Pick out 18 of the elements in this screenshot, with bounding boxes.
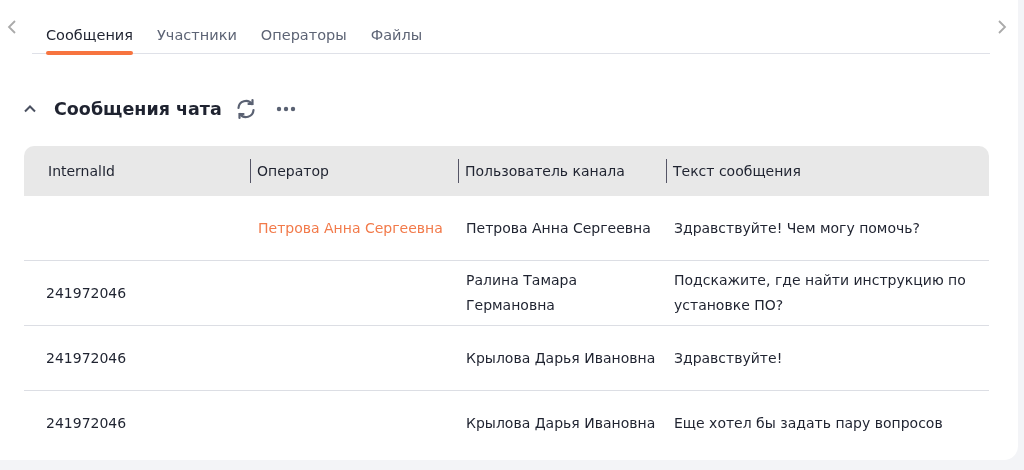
tab[interactable]: Сообщения (32, 0, 145, 53)
table-cell-text: Здравствуйте! (674, 348, 783, 368)
table-cell-text: 241972046 (46, 348, 127, 368)
section-title: Сообщения чата (54, 99, 222, 119)
table-cell-text: Крылова Дарья Ивановна (466, 348, 656, 368)
tab[interactable]: Файлы (358, 0, 435, 53)
table-cell-text: Подскажите, где найти инструкцию по установке ПО? (674, 271, 967, 315)
table-cell-text: Ралина Тамара Германовна (466, 271, 578, 315)
column-header[interactable]: Оператор (250, 159, 329, 183)
table-cell-text: 241972046 (46, 283, 127, 303)
tab[interactable]: Участники (145, 0, 249, 53)
table-cell-text: Крылова Дарья Ивановна (466, 413, 656, 433)
tab[interactable]: Операторы (248, 0, 359, 53)
table-cell-text: Здравствуйте! Чем могу помочь? (674, 218, 920, 238)
table-cell-text: Петрова Анна Сергеевна (466, 218, 651, 238)
table-cell-text: Еще хотел бы задать пару вопросов (674, 413, 943, 433)
table-cell-text: 241972046 (46, 413, 127, 433)
column-header[interactable]: InternalId (24, 159, 115, 183)
